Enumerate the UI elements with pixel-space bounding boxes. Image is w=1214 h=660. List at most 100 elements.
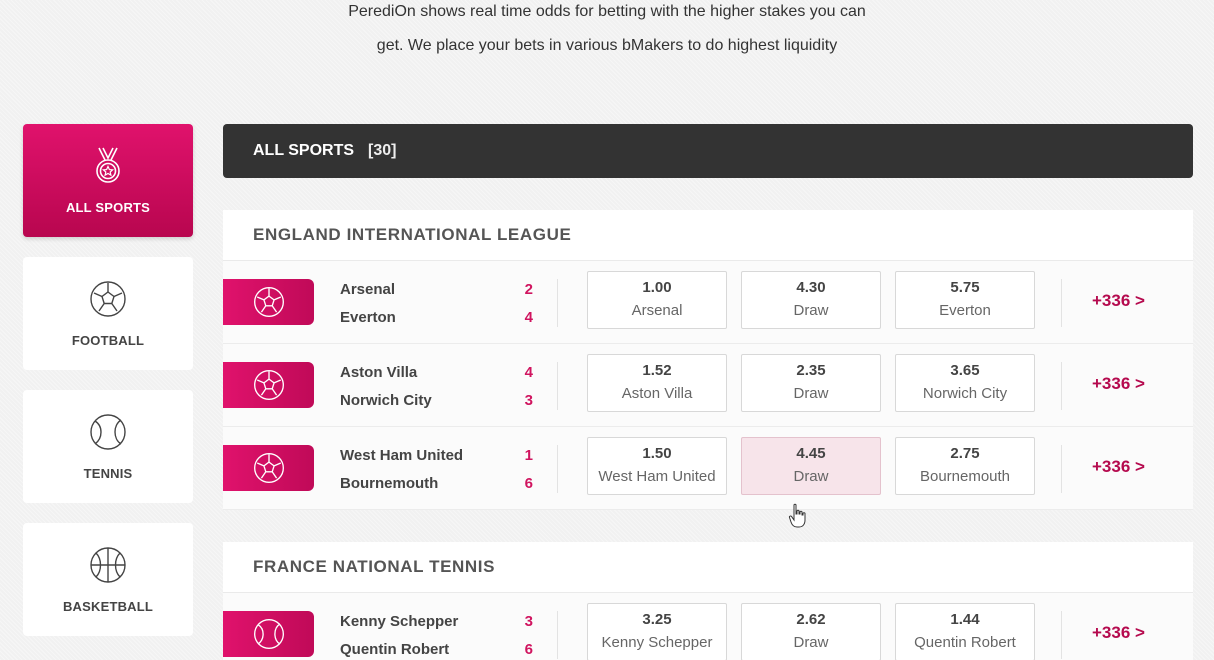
score-away: 3 [524, 392, 533, 409]
odds-panel: ALL SPORTS [30] ENGLAND INTERNATIONAL LE… [223, 124, 1193, 660]
score-home: 2 [524, 281, 533, 298]
divider [557, 362, 558, 410]
odd-value: 2.62 [796, 611, 826, 628]
team-away: Norwich City [340, 392, 432, 409]
sidebar-item-football[interactable]: FOOTBALL [23, 257, 193, 370]
score-home: 1 [524, 447, 533, 464]
more-markets-link[interactable]: +336 > [1092, 374, 1145, 394]
odd-label: Draw [793, 302, 829, 319]
team-away: Quentin Robert [340, 641, 450, 658]
sport-badge [223, 362, 314, 408]
odd-button-draw[interactable]: 4.30 Draw [741, 271, 881, 329]
intro-line-1: PerediOn shows real time odds for bettin… [348, 3, 866, 20]
match-scores: 2 4 [513, 276, 533, 332]
odd-label: Everton [939, 302, 991, 319]
team-away: Bournemouth [340, 475, 439, 492]
odd-label: Aston Villa [621, 385, 693, 402]
divider [1061, 611, 1062, 659]
team-home: Aston Villa [340, 364, 418, 381]
odd-button-home[interactable]: 3.25 Kenny Schepper [587, 603, 727, 660]
divider [1061, 445, 1062, 493]
football-icon [253, 287, 284, 317]
match-row: Kenny Schepper Quentin Robert 3 6 3.25 K… [223, 593, 1193, 660]
odd-button-away[interactable]: 3.65 Norwich City [895, 354, 1035, 412]
event-count: [30] [368, 142, 397, 159]
odd-label: West Ham United [598, 468, 716, 485]
odd-value: 3.25 [642, 611, 672, 628]
football-icon [253, 453, 284, 483]
odd-value: 1.00 [642, 279, 672, 296]
score-away: 6 [524, 475, 533, 492]
league-title: ENGLAND INTERNATIONAL LEAGUE [223, 210, 1193, 261]
odd-label: Draw [793, 468, 829, 485]
odd-value: 2.35 [796, 362, 826, 379]
intro-line-2: get. We place your bets in various bMake… [376, 37, 838, 54]
odd-label: Arsenal [631, 302, 683, 319]
sidebar-item-all-sports[interactable]: ALL SPORTS [23, 124, 193, 237]
match-teams: West Ham United Bournemouth [340, 442, 463, 498]
divider [1061, 362, 1062, 410]
odd-value: 3.65 [950, 362, 980, 379]
odd-button-away[interactable]: 5.75 Everton [895, 271, 1035, 329]
sidebar-item-label: FOOTBALL [71, 333, 145, 348]
basketball-icon [88, 545, 128, 585]
odd-button-draw[interactable]: 2.62 Draw [741, 603, 881, 660]
match-teams: Kenny Schepper Quentin Robert [340, 608, 458, 660]
sidebar-item-label: TENNIS [83, 466, 133, 481]
odd-value: 1.52 [642, 362, 672, 379]
odd-button-draw[interactable]: 4.45 Draw [741, 437, 881, 495]
league-section: ENGLAND INTERNATIONAL LEAGUE Arsenal Eve… [223, 210, 1193, 510]
league-title: FRANCE NATIONAL TENNIS [223, 542, 1193, 593]
sidebar-item-tennis[interactable]: TENNIS [23, 390, 193, 503]
odd-value: 4.30 [796, 279, 826, 296]
match-teams: Arsenal Everton [340, 276, 396, 332]
odd-value: 2.75 [950, 445, 980, 462]
football-icon [253, 370, 284, 400]
more-markets-link[interactable]: +336 > [1092, 623, 1145, 643]
football-icon [88, 279, 128, 319]
odd-label: Draw [793, 634, 829, 651]
match-scores: 4 3 [513, 359, 533, 415]
odd-button-home[interactable]: 1.00 Arsenal [587, 271, 727, 329]
match-scores: 1 6 [513, 442, 533, 498]
match-row: Aston Villa Norwich City 4 3 1.52 Aston … [223, 344, 1193, 427]
divider [557, 445, 558, 493]
more-markets-link[interactable]: +336 > [1092, 291, 1145, 311]
odd-label: Kenny Schepper [601, 634, 713, 651]
odd-label: Draw [793, 385, 829, 402]
tennis-ball-icon [88, 412, 128, 452]
odd-value: 1.50 [642, 445, 672, 462]
sport-badge [223, 279, 314, 325]
intro-text: PerediOn shows real time odds for bettin… [0, 0, 1214, 63]
tennis-ball-icon [253, 619, 284, 649]
score-home: 4 [524, 364, 533, 381]
team-home: West Ham United [340, 447, 464, 464]
panel-header: ALL SPORTS [30] [223, 124, 1193, 178]
divider [1061, 279, 1062, 327]
league-section: FRANCE NATIONAL TENNIS Kenny Schepper Qu… [223, 542, 1193, 660]
team-home: Arsenal [340, 281, 396, 298]
odd-button-away[interactable]: 1.44 Quentin Robert [895, 603, 1035, 660]
odd-button-draw[interactable]: 2.35 Draw [741, 354, 881, 412]
match-scores: 3 6 [513, 608, 533, 660]
odd-value: 5.75 [950, 279, 980, 296]
more-markets-link[interactable]: +336 > [1092, 457, 1145, 477]
odd-button-away[interactable]: 2.75 Bournemouth [895, 437, 1035, 495]
match-row: Arsenal Everton 2 4 1.00 Arsenal 4.30 Dr… [223, 261, 1193, 344]
odd-label: Bournemouth [919, 468, 1011, 485]
hand-cursor-icon [788, 503, 806, 528]
score-away: 4 [524, 309, 533, 326]
odd-button-home[interactable]: 1.50 West Ham United [587, 437, 727, 495]
odd-value: 1.44 [950, 611, 980, 628]
score-away: 6 [524, 641, 533, 658]
team-home: Kenny Schepper [340, 613, 459, 630]
score-home: 3 [524, 613, 533, 630]
team-away: Everton [340, 309, 396, 326]
sidebar-item-label: BASKETBALL [62, 599, 154, 614]
match-row: West Ham United Bournemouth 1 6 1.50 Wes… [223, 427, 1193, 510]
odd-button-home[interactable]: 1.52 Aston Villa [587, 354, 727, 412]
match-teams: Aston Villa Norwich City [340, 359, 432, 415]
divider [557, 611, 558, 659]
sidebar-item-basketball[interactable]: BASKETBALL [23, 523, 193, 636]
divider [557, 279, 558, 327]
